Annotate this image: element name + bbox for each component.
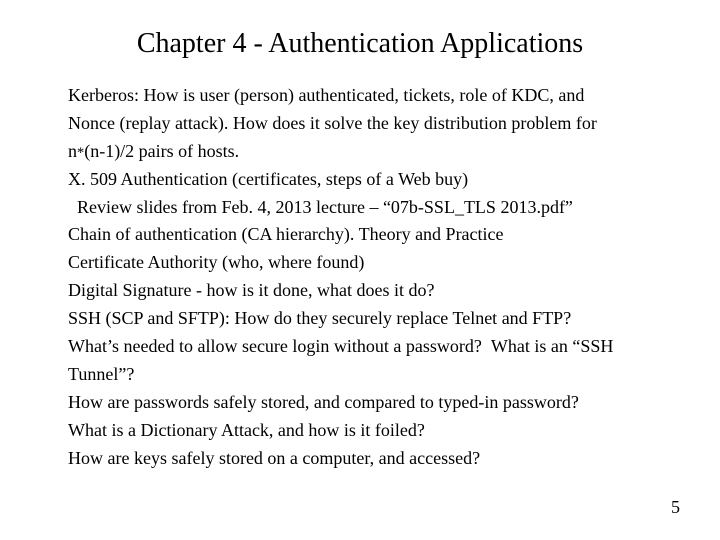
page-number: 5 [671, 497, 680, 518]
slide-body: Kerberos: How is user (person) authentic… [68, 82, 680, 472]
body-line: X. 509 Authentication (certificates, ste… [68, 166, 680, 194]
body-line: How are keys safely stored on a computer… [68, 445, 680, 473]
body-line: Kerberos: How is user (person) authentic… [68, 82, 680, 110]
text: (n-1)/2 pairs of hosts. [84, 141, 239, 161]
slide: Chapter 4 - Authentication Applications … [0, 0, 720, 540]
body-line: How are passwords safely stored, and com… [68, 389, 680, 417]
body-line: Nonce (replay attack). How does it solve… [68, 110, 680, 138]
body-line: Chain of authentication (CA hierarchy). … [68, 221, 680, 249]
body-line: Tunnel”? [68, 361, 680, 389]
body-line: SSH (SCP and SFTP): How do they securely… [68, 305, 680, 333]
body-line: Digital Signature - how is it done, what… [68, 277, 680, 305]
body-line: Certificate Authority (who, where found) [68, 249, 680, 277]
body-line: What’s needed to allow secure login with… [68, 333, 680, 361]
text: n [68, 141, 77, 161]
slide-title: Chapter 4 - Authentication Applications [0, 28, 720, 60]
body-line: What is a Dictionary Attack, and how is … [68, 417, 680, 445]
body-line: n*(n-1)/2 pairs of hosts. [68, 138, 680, 166]
body-line: Review slides from Feb. 4, 2013 lecture … [68, 194, 680, 222]
